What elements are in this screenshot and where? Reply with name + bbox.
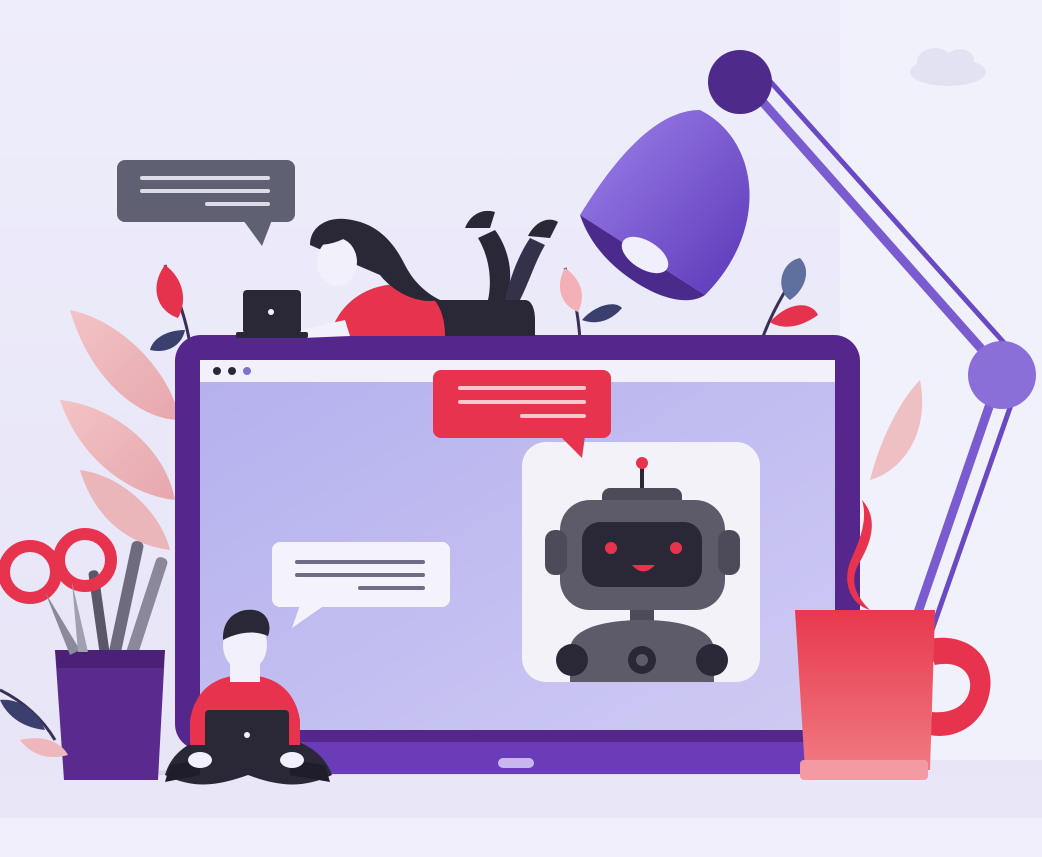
floor-edge: [0, 818, 1042, 857]
robot-icon: [522, 442, 760, 682]
chatbot-illustration: [0, 0, 1042, 857]
